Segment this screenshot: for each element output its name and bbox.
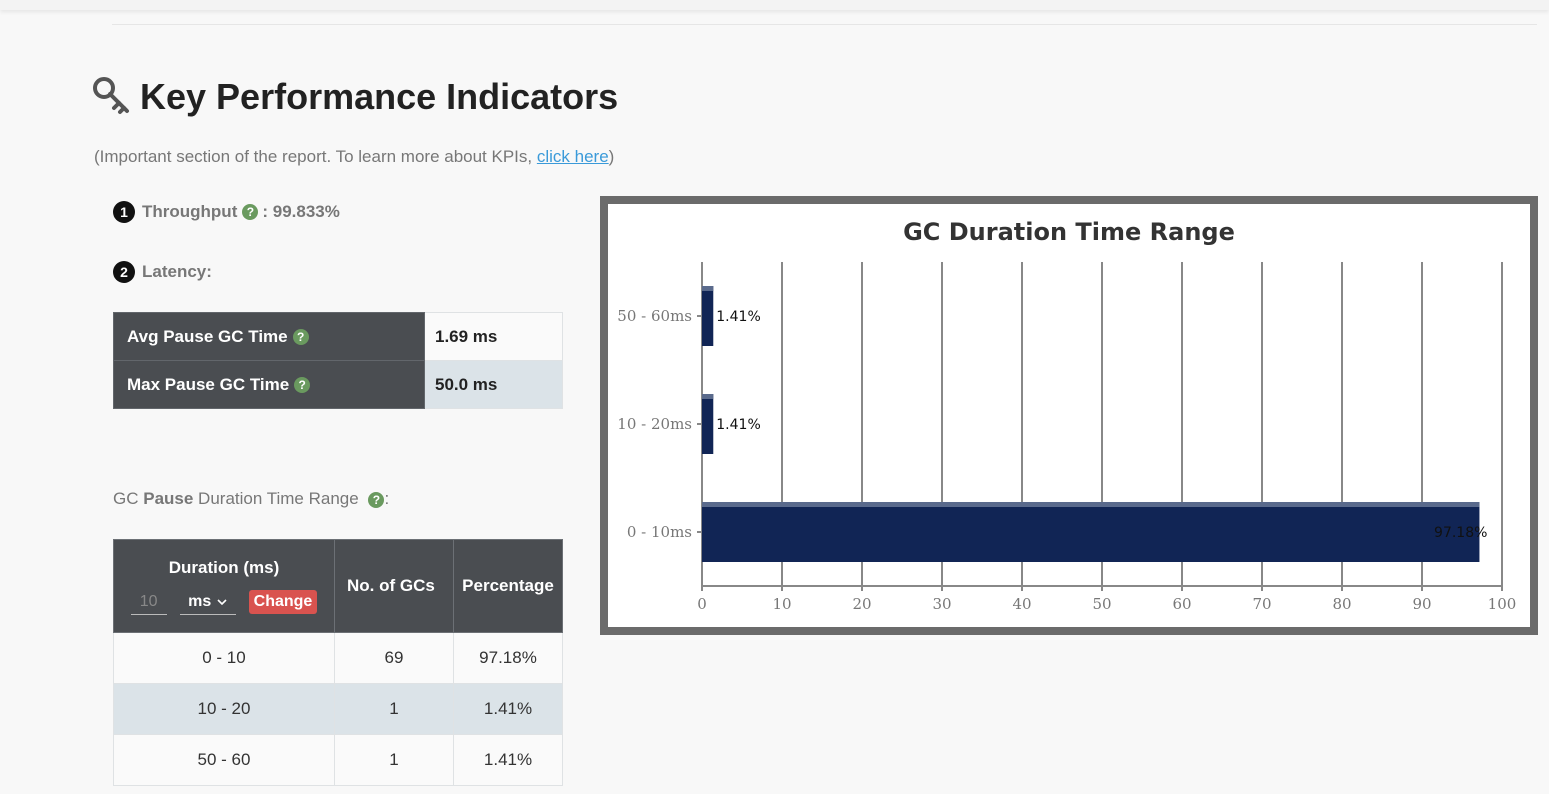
bar — [702, 286, 714, 346]
data-label: 1.41% — [716, 309, 760, 325]
y-category-label: 10 - 20ms — [617, 415, 692, 433]
key-icon — [93, 77, 129, 114]
range-section-title: GC Pause Duration Time Range ?: — [113, 489, 389, 509]
bar-highlight — [702, 502, 1480, 507]
x-tick-label: 30 — [932, 595, 951, 613]
throughput-line: 1 Throughput ? : 99.833% — [113, 201, 340, 223]
click-here-link[interactable]: click here — [537, 147, 609, 166]
change-button[interactable]: Change — [248, 590, 318, 614]
x-tick-label: 90 — [1412, 595, 1431, 613]
range-title-suffix: Duration Time Range — [193, 489, 359, 508]
unit-select[interactable]: ms — [179, 590, 236, 615]
throughput-label: Throughput — [142, 202, 238, 221]
data-label: 97.18% — [1434, 525, 1487, 541]
range-cell: 50 - 60 — [113, 734, 335, 786]
number-badge: 2 — [113, 261, 135, 283]
subtitle-text: (Important section of the report. To lea… — [94, 147, 537, 166]
range-cell: 10 - 20 — [113, 683, 335, 735]
unit-select-value: ms — [188, 592, 212, 610]
bar — [702, 394, 714, 454]
data-label: 1.41% — [716, 417, 760, 433]
x-tick-label: 0 — [697, 595, 707, 613]
bar — [702, 502, 1480, 562]
latency-label: Latency: — [142, 262, 212, 281]
page-title: Key Performance Indicators — [140, 76, 619, 117]
y-category-label: 0 - 10ms — [627, 523, 692, 541]
help-icon[interactable]: ? — [294, 377, 311, 394]
help-icon[interactable]: ? — [368, 491, 385, 508]
latency-table: Avg Pause GC Time? 1.69 ms Max Pause GC … — [113, 312, 563, 409]
count-cell: 1 — [334, 734, 454, 786]
number-badge: 1 — [113, 201, 135, 223]
percentage-cell: 1.41% — [453, 734, 563, 786]
throughput-value: : 99.833% — [262, 202, 340, 221]
chart-panel: GC Duration Time Range 0 10 20 30 40 50 60 70 80… — [608, 204, 1530, 627]
percentage-cell: 1.41% — [453, 683, 563, 735]
max-pause-value: 50.0 ms — [424, 360, 563, 409]
latency-line: 2 Latency: — [113, 261, 212, 283]
range-title-prefix: GC — [113, 489, 144, 508]
avg-pause-label: Avg Pause GC Time — [127, 326, 288, 346]
divider — [112, 24, 1537, 25]
x-tick-label: 60 — [1172, 595, 1191, 613]
help-icon[interactable]: ? — [292, 329, 309, 346]
range-cell: 0 - 10 — [113, 632, 335, 684]
avg-pause-value: 1.69 ms — [424, 312, 563, 361]
range-title-bold: Pause — [143, 489, 194, 508]
range-title-colon: : — [384, 489, 390, 508]
bar-highlight — [702, 286, 714, 291]
table-row: Max Pause GC Time? 50.0 ms — [113, 360, 563, 409]
max-pause-label: Max Pause GC Time — [127, 374, 290, 394]
table-row: 10 - 20 1 1.41% — [113, 683, 563, 735]
duration-header: Duration (ms) ms Change — [113, 539, 335, 633]
top-bar — [0, 0, 1549, 10]
table-row: 50 - 60 1 1.41% — [113, 734, 563, 786]
duration-controls: ms Change — [115, 589, 333, 615]
count-header-label: No. of GCs — [347, 576, 435, 595]
chevron-down-icon — [217, 598, 227, 605]
y-category-label: 50 - 60ms — [617, 307, 692, 325]
max-pause-label-cell: Max Pause GC Time? — [113, 360, 425, 409]
table-header-row: Duration (ms) ms Change No. of GCs Perce… — [113, 539, 563, 633]
percentage-cell: 97.18% — [453, 632, 563, 684]
x-tick-label: 40 — [1012, 595, 1031, 613]
page-subtitle: (Important section of the report. To lea… — [94, 147, 614, 167]
x-tick-label: 10 — [772, 595, 791, 613]
avg-pause-label-cell: Avg Pause GC Time? — [113, 312, 425, 361]
x-tick-label: 80 — [1332, 595, 1351, 613]
duration-table: Duration (ms) ms Change No. of GCs Perce… — [113, 539, 563, 786]
x-tick-label: 70 — [1252, 595, 1271, 613]
gc-duration-chart: GC Duration Time Range 0 10 20 30 40 50 60 70 80… — [617, 218, 1517, 613]
x-tick-label: 100 — [1488, 595, 1517, 613]
count-header: No. of GCs — [334, 539, 454, 633]
page-header: Key Performance Indicators — [92, 74, 618, 120]
percentage-header: Percentage — [453, 539, 563, 633]
count-cell: 1 — [334, 683, 454, 735]
chart-frame: GC Duration Time Range 0 10 20 30 40 50 60 70 80… — [600, 196, 1538, 635]
subtitle-suffix: ) — [608, 147, 615, 166]
duration-input[interactable] — [130, 589, 167, 615]
bar-highlight — [702, 394, 714, 399]
help-icon[interactable]: ? — [242, 204, 259, 220]
chart-title: GC Duration Time Range — [903, 218, 1235, 246]
x-tick-label: 50 — [1092, 595, 1111, 613]
table-row: 0 - 10 69 97.18% — [113, 632, 563, 684]
duration-header-label: Duration (ms) — [168, 557, 280, 577]
percentage-header-label: Percentage — [462, 576, 554, 595]
count-cell: 69 — [334, 632, 454, 684]
table-row: Avg Pause GC Time? 1.69 ms — [113, 312, 563, 361]
x-tick-label: 20 — [852, 595, 871, 613]
